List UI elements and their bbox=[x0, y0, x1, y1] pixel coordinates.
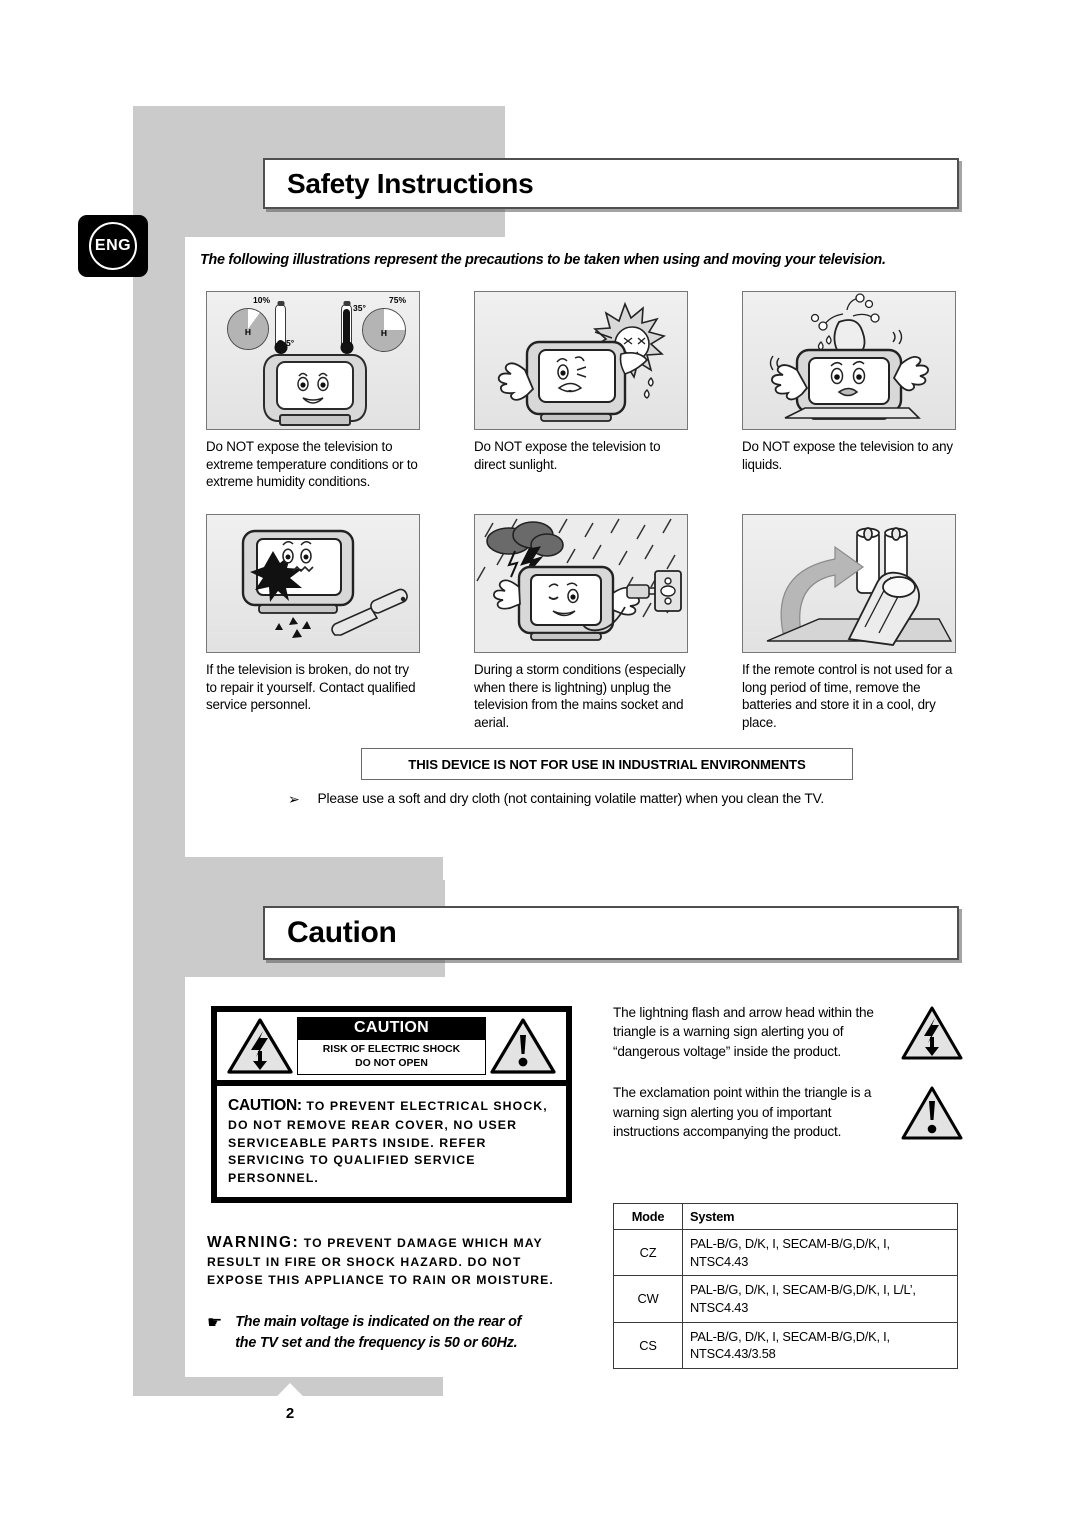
bottom-white-strip bbox=[133, 1429, 445, 1528]
cell-mode: CS bbox=[613, 1321, 683, 1369]
voltage-note: ☛ The main voltage is indicated on the r… bbox=[207, 1312, 572, 1355]
tv-temperature-humidity-illustration: H 10% 5° 35° H 75% bbox=[206, 291, 420, 430]
symbol-explanation-text: The exclamation point within the triangl… bbox=[613, 1085, 872, 1140]
illustration-caption: If the television is broken, do not try … bbox=[206, 662, 416, 713]
caution-subtext: RISK OF ELECTRIC SHOCK DO NOT OPEN bbox=[297, 1039, 486, 1076]
broken-tv-and-screwdriver-icon bbox=[241, 529, 408, 639]
safety-title-bar: Safety Instructions bbox=[263, 158, 959, 209]
storm-unplug-icon bbox=[475, 515, 687, 653]
voltage-note-line1: The main voltage is indicated on the rea… bbox=[235, 1313, 522, 1330]
table-row: CW PAL-B/G, D/K, I, SECAM-B/G,D/K, I, L/… bbox=[613, 1275, 958, 1323]
humidity-low-pie-icon: H bbox=[227, 308, 269, 350]
illustration-cell: During a storm conditions (especially wh… bbox=[474, 514, 690, 732]
temp-high-label: 35° bbox=[353, 303, 366, 313]
cartoon-tv-icon bbox=[263, 354, 367, 426]
cell-mode: CW bbox=[613, 1275, 683, 1323]
humidity-high-pie-icon: H bbox=[362, 308, 406, 352]
cell-mode: CZ bbox=[613, 1228, 683, 1277]
manual-page: ENG Safety Instructions The following il… bbox=[0, 0, 1080, 1528]
caution-body-text: CAUTION: TO PREVENT ELECTRICAL SHOCK, DO… bbox=[217, 1086, 566, 1197]
caution-label-center: CAUTION RISK OF ELECTRIC SHOCK DO NOT OP… bbox=[297, 1016, 486, 1076]
thermometer-high-icon bbox=[340, 301, 353, 354]
happy-face-icon bbox=[297, 372, 329, 404]
language-badge-label: ENG bbox=[94, 237, 132, 254]
voltage-note-line2: the TV set and the frequency is 50 or 60… bbox=[235, 1335, 518, 1352]
cleaning-bullet: ➢ Please use a soft and dry cloth (not c… bbox=[288, 791, 968, 806]
table-row: CZ PAL-B/G, D/K, I, SECAM-B/G,D/K, I, NT… bbox=[613, 1228, 958, 1277]
humidity-high-label: 75% bbox=[389, 295, 407, 305]
page-title-safety: Safety Instructions bbox=[287, 167, 534, 199]
voltage-note-text: The main voltage is indicated on the rea… bbox=[235, 1312, 521, 1355]
tv-broken-screen-illustration bbox=[206, 514, 420, 654]
warning-block: WARNING: TO PREVENT DAMAGE WHICH MAY RES… bbox=[207, 1232, 572, 1355]
remote-batteries-icon bbox=[766, 527, 953, 647]
illustration-cell: Do NOT expose the television to direct s… bbox=[474, 291, 690, 491]
industrial-notice-banner: THIS DEVICE IS NOT FOR USE IN INDUSTRIAL… bbox=[361, 748, 853, 780]
illustration-cell: If the television is broken, do not try … bbox=[206, 514, 422, 732]
illustration-caption: Do NOT expose the television to direct s… bbox=[474, 439, 661, 472]
warning-lead: WARNING: bbox=[207, 1234, 300, 1251]
humidity-low-label: 10% bbox=[253, 295, 271, 305]
illustration-cell: Do NOT expose the television to any liqu… bbox=[742, 291, 958, 491]
temp-low-label: 5° bbox=[286, 338, 295, 348]
exclamation-triangle-icon bbox=[901, 1085, 963, 1141]
symbol-explanations: The lightning flash and arrow head withi… bbox=[613, 1003, 963, 1164]
exclamation-triangle-icon bbox=[490, 1017, 556, 1075]
cleaning-bullet-text: Please use a soft and dry cloth (not con… bbox=[317, 791, 825, 806]
illustration-caption: During a storm conditions (especially wh… bbox=[474, 662, 686, 731]
pie-label: H bbox=[244, 327, 252, 338]
lightning-bolt-triangle-icon bbox=[227, 1017, 293, 1075]
illustration-row: If the television is broken, do not try … bbox=[206, 514, 958, 732]
table-row: CS PAL-B/G, D/K, I, SECAM-B/G,D/K, I, NT… bbox=[613, 1321, 958, 1369]
illustration-caption: Do NOT expose the television to extreme … bbox=[206, 439, 418, 490]
table-header-row: Mode System bbox=[613, 1203, 958, 1230]
tv-direct-sunlight-illustration bbox=[474, 291, 688, 430]
pointing-hand-icon: ☛ bbox=[207, 1312, 223, 1332]
language-badge: ENG bbox=[78, 215, 148, 277]
cell-system: PAL-B/G, D/K, I, SECAM-B/G,D/K, I, NTSC4… bbox=[682, 1321, 958, 1369]
page-title-caution: Caution bbox=[287, 916, 397, 949]
arrow-bullet-icon: ➢ bbox=[288, 791, 300, 807]
lightning-bolt-triangle-icon bbox=[901, 1005, 963, 1061]
thermometer-low-icon bbox=[274, 301, 287, 354]
symbol-explanation-row: The lightning flash and arrow head withi… bbox=[613, 1003, 963, 1061]
cell-system: PAL-B/G, D/K, I, SECAM-B/G,D/K, I, NTSC4… bbox=[682, 1228, 958, 1277]
cell-system: PAL-B/G, D/K, I, SECAM-B/G,D/K, I, L/L’,… bbox=[682, 1275, 958, 1323]
illustration-row: H 10% 5° 35° H 75% Do NOT expose the tel… bbox=[206, 291, 958, 491]
tv-liquid-spill-illustration bbox=[742, 291, 956, 430]
page-number: 2 bbox=[285, 1405, 295, 1422]
warning-text: WARNING: TO PREVENT DAMAGE WHICH MAY RES… bbox=[207, 1232, 572, 1290]
illustration-caption: If the remote control is not used for a … bbox=[742, 662, 953, 731]
industrial-notice-text: THIS DEVICE IS NOT FOR USE IN INDUSTRIAL… bbox=[408, 756, 806, 772]
column-header-mode: Mode bbox=[613, 1203, 683, 1230]
caution-label-box: CAUTION RISK OF ELECTRIC SHOCK DO NOT OP… bbox=[211, 1006, 572, 1203]
illustration-cell: H 10% 5° 35° H 75% Do NOT expose the tel… bbox=[206, 291, 422, 491]
pie-label: H bbox=[380, 328, 388, 339]
symbol-explanation-row: The exclamation point within the triangl… bbox=[613, 1083, 963, 1141]
illustration-cell: If the remote control is not used for a … bbox=[742, 514, 958, 732]
mode-system-table: Mode System CZ PAL-B/G, D/K, I, SECAM-B/… bbox=[613, 1203, 958, 1369]
sun-and-hot-tv-icon bbox=[497, 301, 667, 422]
safety-intro-text: The following illustrations represent th… bbox=[200, 252, 886, 268]
caution-body-lead: CAUTION: bbox=[228, 1097, 302, 1114]
remote-control-batteries-illustration bbox=[742, 514, 956, 654]
caution-label-top: CAUTION RISK OF ELECTRIC SHOCK DO NOT OP… bbox=[217, 1012, 566, 1086]
caution-title-bar: Caution bbox=[263, 906, 959, 960]
caution-subtext-line1: RISK OF ELECTRIC SHOCK bbox=[322, 1043, 461, 1055]
illustration-caption: Do NOT expose the television to any liqu… bbox=[742, 439, 953, 472]
tv-storm-unplug-illustration bbox=[474, 514, 688, 654]
safety-illustration-grid: H 10% 5° 35° H 75% Do NOT expose the tel… bbox=[206, 291, 958, 732]
language-badge-circle: ENG bbox=[89, 222, 137, 270]
caution-subtext-line2: DO NOT OPEN bbox=[355, 1057, 428, 1069]
caution-heading: CAUTION bbox=[297, 1016, 486, 1040]
vase-spilling-icon bbox=[769, 293, 929, 420]
column-header-system: System bbox=[682, 1203, 958, 1230]
symbol-explanation-text: The lightning flash and arrow head withi… bbox=[613, 1005, 874, 1059]
